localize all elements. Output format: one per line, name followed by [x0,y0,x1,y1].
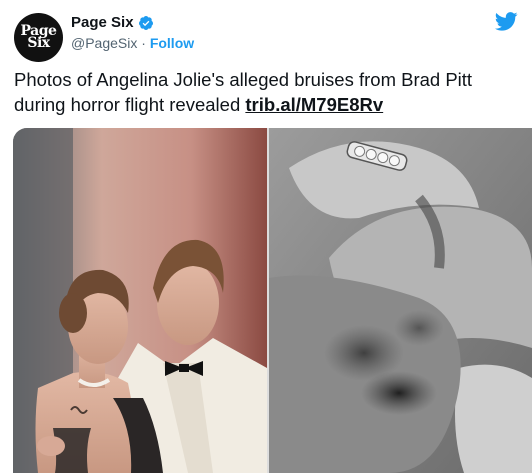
tweet-text: Photos of Angelina Jolie's alleged bruis… [14,67,514,117]
separator: · [137,35,150,51]
twitter-bird-icon[interactable] [495,12,518,31]
author-name-row: Page Six [71,14,154,31]
verified-badge-icon [138,15,153,30]
couple-photo[interactable] [13,128,267,473]
avatar[interactable]: Page Six [14,13,63,62]
avatar-logo-line-2: Six [27,34,50,51]
tweet-media[interactable] [13,128,532,473]
follow-button[interactable]: Follow [150,35,194,51]
tweet-body: Photos of Angelina Jolie's alleged bruis… [14,69,473,115]
author-name[interactable]: Page Six [71,14,134,31]
tweet-link[interactable]: trib.al/M79E8Rv [245,94,383,115]
author-handle-row: @PageSix · Follow [71,35,194,51]
tweet-card: Page Six Page Six @PageSix · Follow Phot… [0,0,532,473]
bruise-photo[interactable] [269,128,532,473]
author-handle[interactable]: @PageSix [71,35,137,51]
